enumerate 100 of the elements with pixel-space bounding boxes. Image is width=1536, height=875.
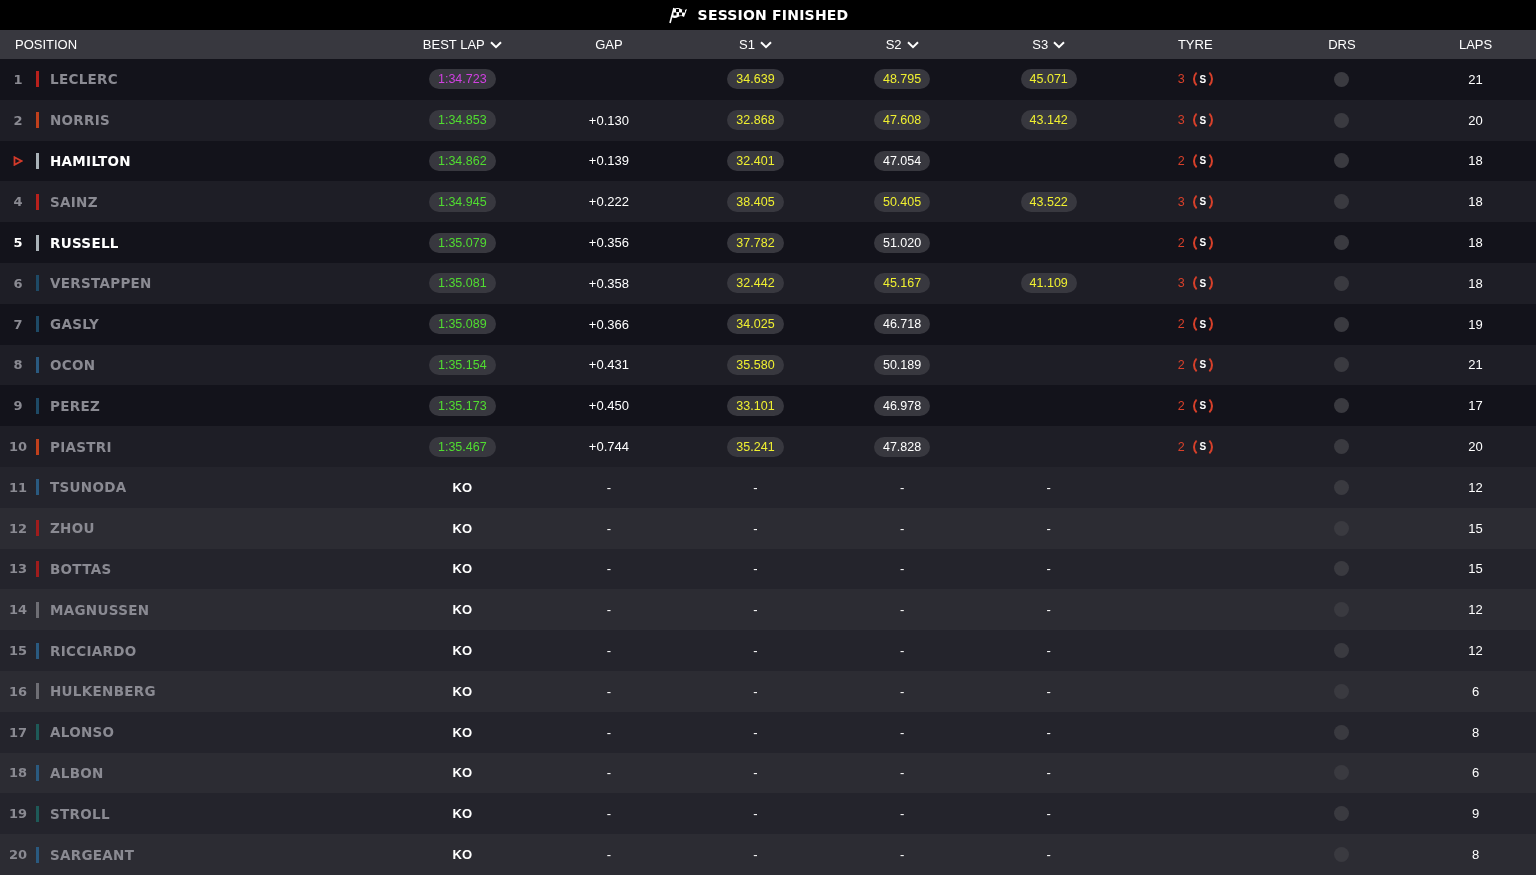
driver-name[interactable]: ALONSO	[50, 724, 115, 741]
lap-time: 47.608	[873, 110, 931, 131]
lap-time: 51.020	[873, 232, 931, 253]
laps-count: 18	[1468, 153, 1483, 169]
driver-name[interactable]: VERSTAPPEN	[50, 275, 152, 292]
column-header[interactable]: BEST LAP	[422, 37, 485, 52]
laps-count: 18	[1468, 194, 1483, 210]
position-number: 20	[8, 847, 28, 863]
position-number: 15	[8, 643, 28, 659]
tyre-stint-count: 2	[1177, 398, 1185, 413]
column-header[interactable]: S2	[885, 37, 902, 52]
laps-count: 21	[1468, 357, 1483, 373]
lap-time: 48.795	[873, 69, 931, 90]
position-number: 2	[13, 112, 23, 128]
laps-count: 15	[1468, 561, 1483, 577]
driver-name[interactable]: OCON	[50, 356, 96, 373]
table-cell: +0.366	[588, 316, 629, 332]
table-cell: -	[753, 847, 758, 863]
table-cell: KO	[452, 847, 473, 863]
driver-name[interactable]: ALBON	[50, 764, 104, 781]
position-number: 7	[13, 316, 23, 332]
laps-count: 17	[1468, 398, 1483, 414]
driver-name[interactable]: RUSSELL	[50, 234, 119, 251]
lap-time: 45.167	[873, 273, 931, 294]
table-cell: KO	[452, 683, 473, 699]
lap-time: 34.639	[727, 69, 784, 90]
table-cell: +0.356	[588, 235, 629, 251]
driver-name[interactable]: STROLL	[50, 805, 110, 822]
driver-name[interactable]: NORRIS	[50, 112, 111, 129]
driver-name[interactable]: HULKENBERG	[50, 683, 156, 700]
lap-time: 32.401	[727, 151, 784, 171]
driver-name[interactable]: HAMILTON	[50, 153, 131, 169]
driver-name[interactable]: TSUNODA	[50, 479, 127, 496]
position-number: 19	[8, 806, 28, 822]
table-cell: -	[1046, 520, 1051, 536]
lap-time: 1:34.945	[428, 191, 496, 212]
table-cell: KO	[452, 561, 473, 577]
sort-chevron-icon[interactable]	[906, 40, 919, 49]
tyre-stint-count: 3	[1177, 194, 1185, 209]
tyre-compound-badge: S	[1192, 273, 1213, 294]
driver-name[interactable]: PEREZ	[50, 397, 101, 414]
lap-time: 1:35.467	[428, 436, 496, 457]
laps-count: 12	[1468, 602, 1483, 618]
driver-name[interactable]: SARGEANT	[50, 846, 135, 863]
table-cell: -	[899, 847, 905, 863]
laps-count: 18	[1468, 235, 1483, 251]
laps-count: 18	[1468, 275, 1483, 291]
tyre-compound-badge: S	[1192, 354, 1213, 375]
sort-chevron-icon[interactable]	[489, 40, 502, 49]
driver-name[interactable]: GASLY	[50, 316, 100, 333]
tyre-compound-badge: S	[1192, 110, 1213, 131]
laps-count: 20	[1468, 112, 1483, 128]
table-cell: -	[1046, 806, 1051, 822]
table-cell: -	[753, 806, 758, 822]
sort-chevron-icon[interactable]	[1053, 40, 1066, 49]
tyre-stint-count: 3	[1177, 276, 1185, 291]
driver-name[interactable]: PIASTRI	[50, 438, 112, 455]
laps-count: 12	[1468, 643, 1483, 659]
lap-time: 1:34.862	[428, 151, 496, 171]
lap-time: 35.580	[727, 354, 784, 375]
table-cell: +0.130	[588, 112, 629, 128]
driver-name[interactable]: RICCIARDO	[50, 642, 137, 659]
table-cell: -	[753, 683, 758, 699]
column-header[interactable]: S3	[1032, 37, 1049, 52]
column-header: LAPS	[1458, 37, 1493, 52]
table-cell: +0.139	[588, 153, 629, 169]
session-status-title: SESSION FINISHED	[697, 7, 849, 23]
table-cell: -	[1046, 765, 1051, 781]
table-cell: +0.222	[588, 194, 629, 210]
table-cell: -	[606, 724, 612, 740]
laps-count: 6	[1471, 683, 1480, 699]
table-cell: KO	[452, 520, 473, 536]
driver-name[interactable]: ZHOU	[50, 520, 95, 537]
driver-name[interactable]: SAINZ	[50, 193, 98, 210]
position-number: 8	[13, 357, 23, 373]
column-header: DRS	[1328, 37, 1356, 52]
driver-name[interactable]: MAGNUSSEN	[50, 601, 150, 618]
sort-chevron-icon[interactable]	[759, 40, 772, 49]
tyre-stint-count: 2	[1177, 357, 1185, 372]
position-number: 1	[13, 71, 23, 87]
tyre-compound-badge: S	[1192, 314, 1213, 335]
table-cell: -	[899, 479, 905, 495]
lap-time: 45.071	[1020, 69, 1077, 90]
laps-count: 9	[1471, 806, 1480, 822]
column-header[interactable]: S1	[739, 37, 755, 52]
table-cell: -	[1046, 602, 1051, 618]
driver-name[interactable]: LECLERC	[50, 71, 118, 88]
laps-count: 15	[1468, 520, 1483, 536]
table-cell: -	[606, 561, 612, 577]
lap-time: 1:34.853	[428, 110, 496, 131]
table-cell: KO	[452, 479, 473, 495]
laps-count: 21	[1468, 71, 1483, 87]
lap-time: 50.405	[873, 191, 931, 212]
table-cell: -	[1046, 643, 1051, 659]
table-cell: -	[606, 765, 612, 781]
tyre-stint-count: 2	[1177, 235, 1185, 250]
tyre-compound-badge: S	[1192, 69, 1213, 90]
tyre-compound-badge: S	[1192, 395, 1213, 416]
lap-time: 1:35.173	[428, 395, 496, 416]
driver-name[interactable]: BOTTAS	[50, 560, 112, 577]
